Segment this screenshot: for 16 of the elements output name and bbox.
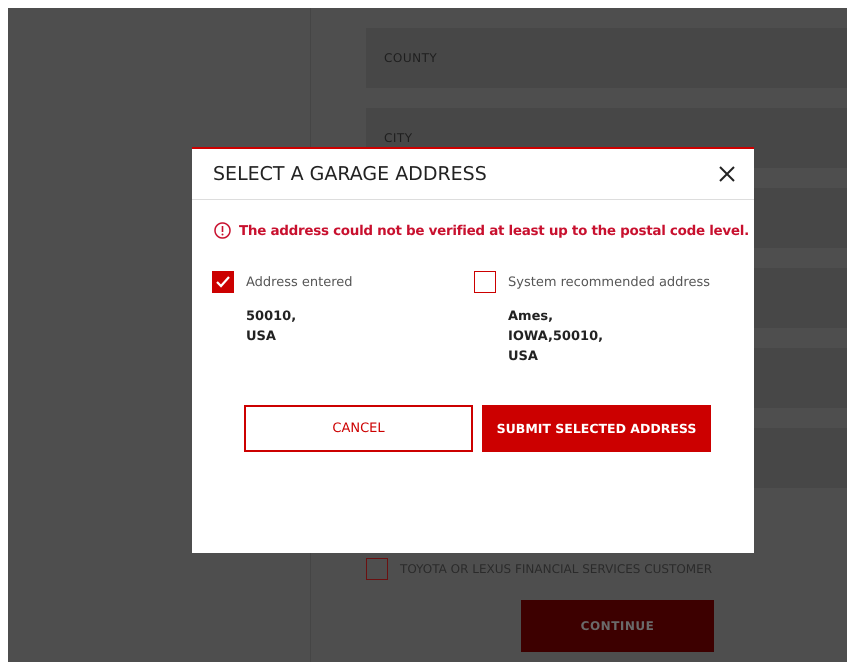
address-line: IOWA,50010, bbox=[508, 328, 604, 346]
address-line: USA bbox=[508, 348, 539, 366]
checkbox[interactable] bbox=[366, 558, 388, 580]
continue-button[interactable]: CONTINUE bbox=[521, 600, 714, 652]
address-line: USA bbox=[246, 328, 277, 346]
warning-icon bbox=[214, 222, 231, 239]
option-label: Address entered bbox=[246, 274, 353, 290]
checkbox[interactable] bbox=[212, 271, 234, 293]
cancel-button[interactable]: CANCEL bbox=[244, 405, 473, 452]
checkbox[interactable] bbox=[474, 271, 496, 293]
checkmark-icon bbox=[216, 276, 230, 288]
submit-button[interactable]: SUBMIT SELECTED ADDRESS bbox=[482, 405, 711, 452]
address-line: Ames, bbox=[508, 308, 554, 326]
option-label: System recommended address bbox=[508, 274, 710, 290]
address-line: 50010, bbox=[246, 308, 298, 326]
error-message: The address could not be verified at least up to the postal code level. bbox=[239, 222, 749, 238]
